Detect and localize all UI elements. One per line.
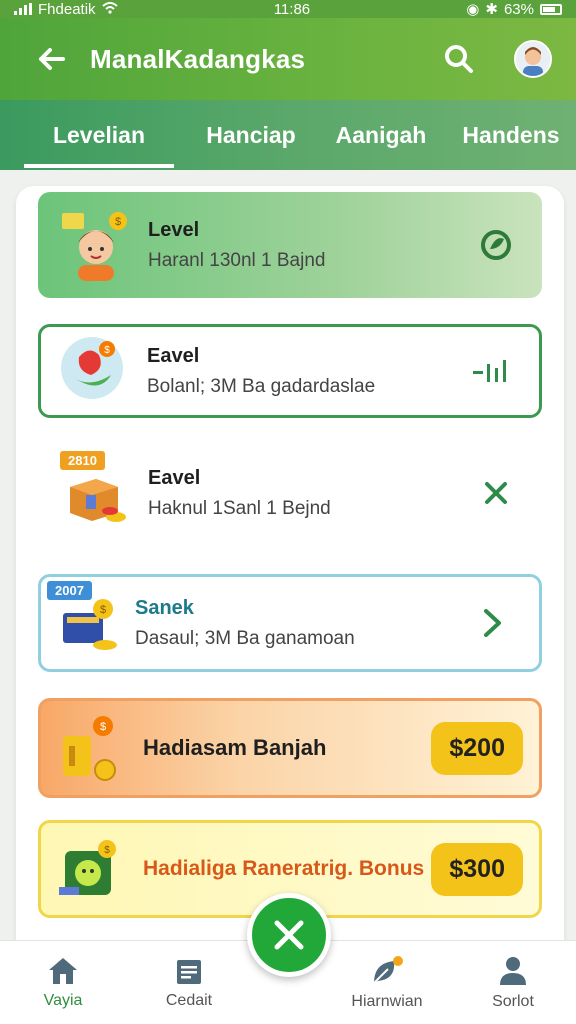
card-subtitle: Haknul 1Sanl 1 Bejnd (148, 497, 331, 519)
bar-chart-icon (473, 360, 506, 382)
tab-hanciap[interactable]: Hanciap (186, 100, 316, 170)
status-left: Fhdeatik (14, 1, 118, 18)
card-text: Eavel Bolanl; 3M Ba gadardaslae (147, 345, 473, 398)
chevron-action-button[interactable] (473, 603, 513, 643)
wifi-icon (101, 1, 118, 18)
bonus-title: Hadialiga Raneratrig. Bonus (143, 856, 425, 880)
card-title: Eavel (147, 344, 200, 367)
card-title: Eavel (148, 466, 201, 489)
bonus-card[interactable]: $ Hadiasam Banjah $200 (38, 698, 542, 798)
status-right: ◉ ✱ 63% (466, 0, 562, 18)
tab-bar: Levelian Hanciap Aanigah Handens (0, 100, 576, 170)
page-title: ManalKadangkas (90, 43, 306, 74)
signal-icon (14, 3, 32, 15)
close-action-button[interactable] (476, 473, 516, 513)
svg-text:$: $ (104, 345, 110, 356)
price-button[interactable]: $200 (431, 721, 523, 775)
box-thumbnail: 2810 (60, 451, 132, 529)
sanek-card[interactable]: 2007 $ Sanek Dasaul; 3M Ba ganamoan (38, 574, 542, 672)
badge-thumbnail: $ (55, 833, 127, 905)
tab-label: Levelian (52, 121, 146, 148)
character-thumbnail: $ (60, 209, 132, 281)
list-icon (177, 959, 201, 984)
card-text: Level Haranl 130nl 1 Bajnd (148, 219, 476, 272)
close-fab-button[interactable] (247, 893, 331, 977)
nav-item-sorlot[interactable]: Sorlot (450, 941, 576, 1024)
svg-text:$: $ (100, 604, 106, 616)
eavel-card[interactable]: $ Eavel Bolanl; 3M Ba gadardaslae (38, 324, 542, 418)
person-icon (500, 956, 526, 985)
status-bar: Fhdeatik 11:86 ◉ ✱ 63% (0, 0, 576, 18)
card-title: Level (148, 218, 200, 241)
level-card[interactable]: $ Level Haranl 130nl 1 Bajnd (38, 192, 542, 298)
battery-label: 63% (503, 0, 534, 18)
carrier-label: Fhdeatik (38, 0, 96, 18)
flower-thumbnail: $ (59, 335, 131, 407)
card-tag: 2810 (60, 451, 105, 470)
card-text: Sanek Dasaul; 3M Ba ganamoan (135, 597, 473, 650)
card-subtitle: Haranl 130nl 1 Bajnd (148, 249, 326, 271)
user-avatar-icon (516, 42, 550, 76)
character-icon: $ (62, 212, 127, 281)
svg-text:$: $ (115, 216, 121, 228)
coins-icon: $ (63, 716, 116, 781)
card-text: Hadiasam Banjah (143, 735, 431, 761)
close-icon (274, 920, 304, 950)
bluetooth-icon: ✱ (485, 1, 498, 18)
flower-icon: $ (61, 337, 123, 399)
nav-item-cedait[interactable]: Cedait (126, 941, 252, 1024)
nav-item-hiarnwian[interactable]: Hiarnwian (324, 941, 450, 1024)
close-icon (485, 482, 507, 504)
nav-label: Hiarnwian (351, 992, 423, 1010)
circle-leaf-icon (481, 230, 511, 260)
leaf-action-button[interactable] (476, 225, 516, 265)
nav-label: Cedait (165, 991, 213, 1009)
search-button[interactable] (442, 42, 476, 76)
card-title: Sanek (135, 596, 194, 619)
tab-label: Hanciap (206, 121, 296, 148)
coin-thumbnail: $ (55, 712, 127, 784)
home-icon (49, 957, 77, 984)
nav-item-vayia[interactable]: Vayia (0, 941, 126, 1024)
content-panel: $ Level Haranl 130nl 1 Bajnd $ Eavel Bol… (16, 186, 564, 966)
card-subtitle: Bolanl; 3M Ba gadardaslae (147, 375, 376, 397)
search-icon (445, 45, 473, 73)
price-button[interactable]: $300 (431, 842, 523, 896)
card-text: Hadialiga Raneratrig. Bonus (143, 856, 431, 882)
badge-icon: $ (59, 840, 116, 895)
status-time: 11:86 (273, 0, 311, 18)
wallet-thumbnail: 2007 $ (47, 581, 119, 659)
svg-text:$: $ (104, 845, 110, 856)
stats-action-button[interactable] (473, 351, 513, 391)
tab-aanigah[interactable]: Aanigah (316, 100, 446, 170)
tab-label: Aanigah (335, 121, 427, 148)
avatar[interactable] (514, 40, 552, 78)
leaf-icon (373, 955, 403, 984)
card-text: Eavel Haknul 1Sanl 1 Bejnd (148, 467, 476, 520)
chevron-right-icon (484, 609, 501, 637)
back-button[interactable] (36, 44, 66, 74)
eavel-card-2[interactable]: 2810 Eavel Haknul 1Sanl 1 Bejnd (38, 444, 542, 542)
bonus-title: Hadiasam Banjah (143, 735, 327, 760)
tab-levelian[interactable]: Levelian (24, 100, 174, 170)
app-bar: ManalKadangkas (0, 18, 576, 100)
card-subtitle: Dasaul; 3M Ba ganamoan (135, 627, 355, 649)
svg-text:$: $ (100, 721, 106, 733)
battery-icon (540, 3, 562, 15)
tab-label: Handens (462, 121, 560, 148)
tab-handens[interactable]: Handens (446, 100, 576, 170)
alarm-icon: ◉ (466, 1, 480, 18)
nav-label: Sorlot (492, 992, 534, 1010)
nav-label: Vayia (43, 991, 83, 1009)
card-tag: 2007 (47, 581, 92, 600)
arrow-left-icon (39, 48, 65, 70)
